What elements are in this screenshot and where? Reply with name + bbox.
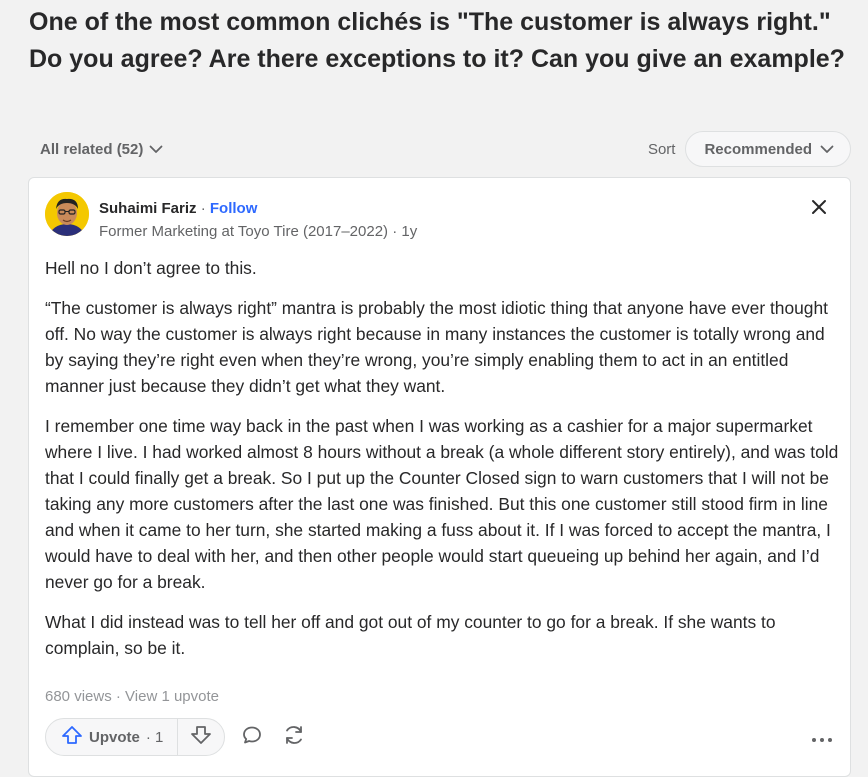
downvote-button[interactable] xyxy=(178,719,224,755)
vote-control: Upvote · 1 xyxy=(45,718,226,756)
separator: · xyxy=(196,200,210,217)
more-icon xyxy=(811,726,833,749)
sort-control: Sort Recommended xyxy=(648,131,851,167)
share-icon xyxy=(282,724,306,751)
answer-paragraph: What I did instead was to tell her off a… xyxy=(45,612,776,658)
chevron-down-icon xyxy=(149,141,163,158)
answer-card: Suhaimi Fariz · Follow Former Marketing … xyxy=(28,177,851,777)
views-count: 680 views xyxy=(45,688,112,705)
author-line: Suhaimi Fariz · Follow xyxy=(99,199,417,219)
all-related-dropdown[interactable]: All related (52) xyxy=(28,141,163,158)
answer-paragraph: “The customer is always right” mantra is… xyxy=(45,298,828,396)
answer-paragraph: Hell no I don’t agree to this. xyxy=(45,258,257,278)
follow-button[interactable]: Follow xyxy=(210,200,258,217)
upvote-button[interactable]: Upvote · 1 xyxy=(46,719,179,755)
action-bar: Upvote · 1 xyxy=(45,718,841,756)
upvote-count: · 1 xyxy=(145,728,164,746)
avatar[interactable] xyxy=(45,192,89,236)
comment-button[interactable] xyxy=(233,718,271,756)
question-title[interactable]: One of the most common clichés is "The c… xyxy=(29,4,864,78)
sort-label: Sort xyxy=(647,140,676,158)
chevron-down-icon xyxy=(820,141,834,158)
sort-value: Recommended xyxy=(704,140,812,158)
filter-bar: All related (52) Sort Recommended xyxy=(28,131,851,167)
downvote-arrow-icon xyxy=(190,725,212,750)
author-name[interactable]: Suhaimi Fariz xyxy=(99,200,197,217)
comment-icon xyxy=(241,724,263,751)
upvote-arrow-icon xyxy=(61,725,83,749)
author-credential: Former Marketing at Toyo Tire (2017–2022… xyxy=(99,223,418,240)
separator: · xyxy=(111,688,126,705)
answer-stats: 680 views · View 1 upvote xyxy=(45,688,219,705)
sort-select[interactable]: Recommended xyxy=(685,131,851,167)
answer-body: Hell no I don’t agree to this. “The cust… xyxy=(45,255,841,675)
more-options-button[interactable] xyxy=(803,718,841,756)
author-header: Suhaimi Fariz · Follow Former Marketing … xyxy=(45,192,417,242)
author-info: Suhaimi Fariz · Follow Former Marketing … xyxy=(99,192,417,242)
all-related-label: All related (52) xyxy=(40,140,144,158)
close-icon[interactable] xyxy=(808,196,830,218)
answer-paragraph: I remember one time way back in the past… xyxy=(45,416,839,592)
view-upvotes-link[interactable]: View 1 upvote xyxy=(125,688,219,705)
upvote-label: Upvote xyxy=(89,728,140,746)
share-button[interactable] xyxy=(275,718,313,756)
